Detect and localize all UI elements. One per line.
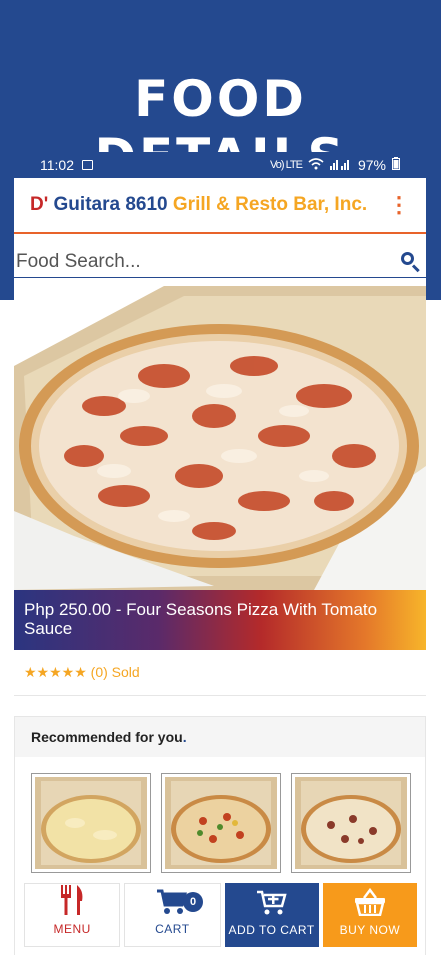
bottom-nav: MENU 0 CART ADD TO CART BUY NOW [24, 883, 417, 947]
signal-icon [329, 157, 352, 173]
recommended-heading-text: Recommended for you [31, 729, 183, 745]
status-right-group: Vo) LTE 97% [270, 157, 400, 173]
product-image [14, 286, 426, 590]
cart-count-badge: 0 [183, 892, 204, 912]
recommended-item[interactable] [291, 773, 411, 873]
battery-icon [392, 157, 400, 173]
cart-label: CART [155, 922, 190, 936]
rating-row: ★★★★★ (0) Sold [14, 650, 426, 696]
brand-suffix: Grill & Resto Bar, Inc. [172, 194, 368, 215]
brand-title: D' Guitara 8610 Grill & Resto Bar, Inc. [30, 194, 367, 216]
battery-percent: 97% [357, 157, 386, 173]
fork-knife-icon [59, 885, 85, 918]
product-title: Php 250.00 - Four Seasons Pizza With Tom… [14, 590, 426, 650]
status-time-group: 11:02 [40, 157, 93, 173]
network-type: Vo) LTE [270, 159, 303, 171]
search-input[interactable] [16, 250, 398, 273]
add-to-cart-label: ADD TO CART [228, 923, 315, 937]
search-icon[interactable] [398, 249, 424, 275]
app-bar: D' Guitara 8610 Grill & Resto Bar, Inc. … [14, 178, 426, 234]
buy-now-button[interactable]: BUY NOW [322, 883, 417, 947]
status-time: 11:02 [40, 157, 74, 173]
recommended-item[interactable] [161, 773, 281, 873]
menu-button[interactable]: MENU [24, 883, 121, 947]
app-screen: D' Guitara 8610 Grill & Resto Bar, Inc. … [14, 178, 426, 955]
basket-icon [354, 887, 386, 919]
recommended-heading: Recommended for you. [15, 717, 425, 757]
recommended-list [15, 757, 425, 873]
more-vert-icon[interactable]: ⋮ [388, 194, 410, 216]
status-bar: 11:02 Vo) LTE 97% [14, 152, 426, 178]
image-icon [82, 160, 93, 170]
sold-count: (0) Sold [90, 664, 140, 680]
add-cart-icon [256, 890, 287, 919]
menu-label: MENU [53, 922, 91, 936]
recommended-heading-dot: . [182, 729, 187, 745]
buy-now-label: BUY NOW [339, 923, 401, 937]
brand-name: Guitara 8610 [53, 194, 168, 215]
add-to-cart-button[interactable]: ADD TO CART [224, 883, 319, 947]
cart-button[interactable]: 0 CART [124, 883, 221, 947]
brand-prefix: D' [30, 194, 49, 215]
wifi-icon [308, 157, 324, 173]
rating-stars: ★★★★★ [24, 664, 87, 680]
search-bar [14, 246, 426, 278]
recommended-item[interactable] [31, 773, 151, 873]
